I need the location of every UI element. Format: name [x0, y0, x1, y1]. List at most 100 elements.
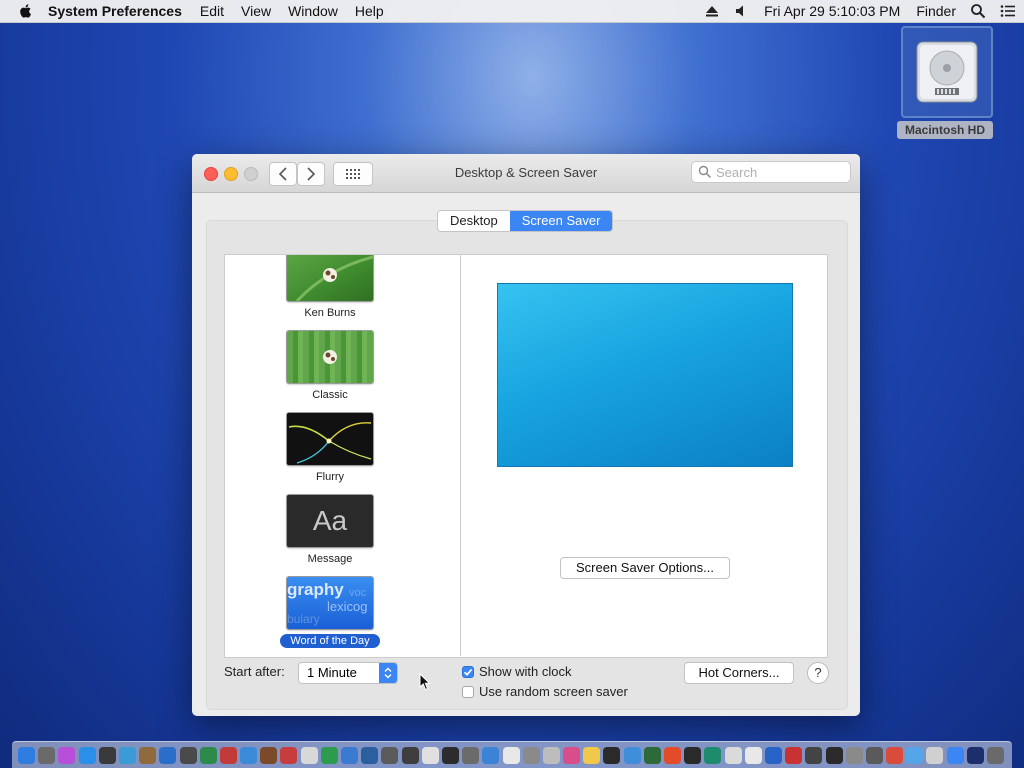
- notification-center-icon[interactable]: [1000, 3, 1016, 19]
- dock-app-icon[interactable]: [441, 746, 459, 764]
- dock-app-icon[interactable]: [260, 746, 278, 764]
- search-field[interactable]: [691, 161, 851, 183]
- dock-app-icon[interactable]: [482, 746, 500, 764]
- dock-app-icon[interactable]: [805, 746, 823, 764]
- dock-app-icon[interactable]: [664, 746, 681, 764]
- show-all-button[interactable]: [333, 162, 373, 186]
- apple-menu-icon[interactable]: [18, 3, 34, 19]
- dock-app-icon[interactable]: [522, 746, 540, 764]
- dock-app-icon[interactable]: [987, 746, 1004, 764]
- dock-app-icon[interactable]: [421, 746, 439, 764]
- menu-bar: System Preferences Edit View Window Help…: [0, 0, 1024, 23]
- search-icon: [698, 165, 712, 179]
- dock-app-icon[interactable]: [240, 746, 258, 764]
- forward-button[interactable]: [297, 162, 325, 186]
- random-screen-saver-checkbox[interactable]: [462, 686, 474, 698]
- saver-name: Classic: [312, 389, 348, 401]
- dock-app-icon[interactable]: [98, 746, 116, 764]
- minimize-window-button[interactable]: [224, 167, 238, 181]
- dock-app-icon[interactable]: [643, 746, 661, 764]
- dock-app-icon[interactable]: [300, 746, 318, 764]
- dock-app-icon[interactable]: [139, 746, 157, 764]
- screen-saver-list[interactable]: Ken Burns Classic Flurry Aa Message grap…: [224, 254, 461, 658]
- help-button[interactable]: ?: [807, 662, 829, 684]
- dock-app-icon[interactable]: [764, 746, 782, 764]
- dock-app-icon[interactable]: [159, 746, 177, 764]
- dock-app-icon[interactable]: [563, 746, 581, 764]
- dock-app-icon[interactable]: [684, 746, 702, 764]
- message-thumbnail-text: Aa: [312, 505, 348, 536]
- dock-app-icon[interactable]: [785, 746, 803, 764]
- screen-saver-preview: [497, 283, 793, 467]
- dock-app-icon[interactable]: [704, 746, 722, 764]
- dock-app-icon[interactable]: [462, 746, 480, 764]
- dock-app-icon[interactable]: [219, 746, 237, 764]
- dock-app-icon[interactable]: [603, 746, 621, 764]
- dock-app-icon[interactable]: [341, 746, 358, 764]
- back-button[interactable]: [269, 162, 297, 186]
- start-after-value: 1 Minute: [307, 665, 357, 680]
- thumb-word: bulary: [287, 612, 320, 626]
- menu-help[interactable]: Help: [355, 3, 384, 19]
- dock-app-icon[interactable]: [623, 746, 641, 764]
- dock-app-icon[interactable]: [18, 746, 35, 764]
- word-of-the-day-thumbnail-icon: graphy voc lexicog bulary: [287, 577, 373, 629]
- menu-clock[interactable]: Fri Apr 29 5:10:03 PM: [764, 3, 900, 19]
- macintosh-hd-desktop-icon[interactable]: Macintosh HD: [897, 26, 993, 140]
- dock-app-icon[interactable]: [118, 746, 136, 764]
- mouse-pointer-icon: [419, 673, 431, 691]
- volume-icon[interactable]: [734, 3, 750, 19]
- dock-app-icon[interactable]: [38, 746, 56, 764]
- eject-icon[interactable]: [704, 3, 720, 19]
- dock-app-icon[interactable]: [724, 746, 742, 764]
- dock-app-icon[interactable]: [825, 746, 843, 764]
- thumb-word: voc: [349, 587, 367, 599]
- dock-app-icon[interactable]: [179, 746, 197, 764]
- dock-app-icon[interactable]: [280, 746, 298, 764]
- tab-desktop[interactable]: Desktop: [438, 211, 510, 231]
- spotlight-icon[interactable]: [970, 3, 986, 19]
- menu-edit[interactable]: Edit: [200, 3, 224, 19]
- hot-corners-button[interactable]: Hot Corners...: [684, 662, 794, 684]
- show-with-clock-checkbox[interactable]: [462, 666, 474, 678]
- random-screen-saver-label[interactable]: Use random screen saver: [479, 684, 628, 699]
- macintosh-hd-label: Macintosh HD: [897, 121, 993, 139]
- start-after-select[interactable]: 1 Minute: [298, 662, 398, 684]
- dock-app-icon[interactable]: [886, 746, 904, 764]
- close-window-button[interactable]: [204, 167, 218, 181]
- tab-screen-saver[interactable]: Screen Saver: [509, 211, 613, 231]
- dock-app-icon[interactable]: [583, 746, 601, 764]
- segmented-tabs: Desktop Screen Saver: [437, 210, 614, 232]
- dock-app-icon[interactable]: [381, 746, 399, 764]
- zoom-window-button[interactable]: [244, 167, 258, 181]
- dock-app-icon[interactable]: [926, 746, 944, 764]
- dock-app-icon[interactable]: [401, 746, 419, 764]
- dock-app-icon[interactable]: [58, 746, 76, 764]
- search-input[interactable]: [716, 164, 846, 180]
- dock-app-icon[interactable]: [744, 746, 762, 764]
- dock-app-icon[interactable]: [361, 746, 379, 764]
- dock-app-icon[interactable]: [845, 746, 863, 764]
- menu-finder[interactable]: Finder: [916, 3, 956, 19]
- dock-app-icon[interactable]: [199, 746, 217, 764]
- thumb-word: lexicog: [327, 599, 368, 614]
- screen-saver-options-button[interactable]: Screen Saver Options...: [560, 557, 730, 579]
- menu-app-name[interactable]: System Preferences: [48, 3, 182, 19]
- dock-app-icon[interactable]: [906, 746, 924, 764]
- menu-window[interactable]: Window: [288, 3, 338, 19]
- select-stepper-icon: [379, 663, 397, 683]
- dock-app-icon[interactable]: [865, 746, 883, 764]
- dock-app-icon[interactable]: [502, 746, 520, 764]
- desktop-screensaver-window: Desktop & Screen Saver Desktop Screen Sa…: [192, 154, 860, 716]
- show-with-clock-label[interactable]: Show with clock: [479, 664, 571, 679]
- menu-view[interactable]: View: [241, 3, 271, 19]
- dock-app-icon[interactable]: [966, 746, 984, 764]
- dock-app-icon[interactable]: [78, 746, 96, 764]
- thumb-word: graphy: [287, 580, 344, 599]
- chevron-right-icon: [307, 167, 316, 181]
- dock-app-icon[interactable]: [946, 746, 964, 764]
- dock-app-icon[interactable]: [320, 746, 338, 764]
- window-titlebar[interactable]: Desktop & Screen Saver: [192, 154, 860, 193]
- dock-app-icon[interactable]: [542, 746, 560, 764]
- classic-thumbnail-icon: [287, 331, 373, 383]
